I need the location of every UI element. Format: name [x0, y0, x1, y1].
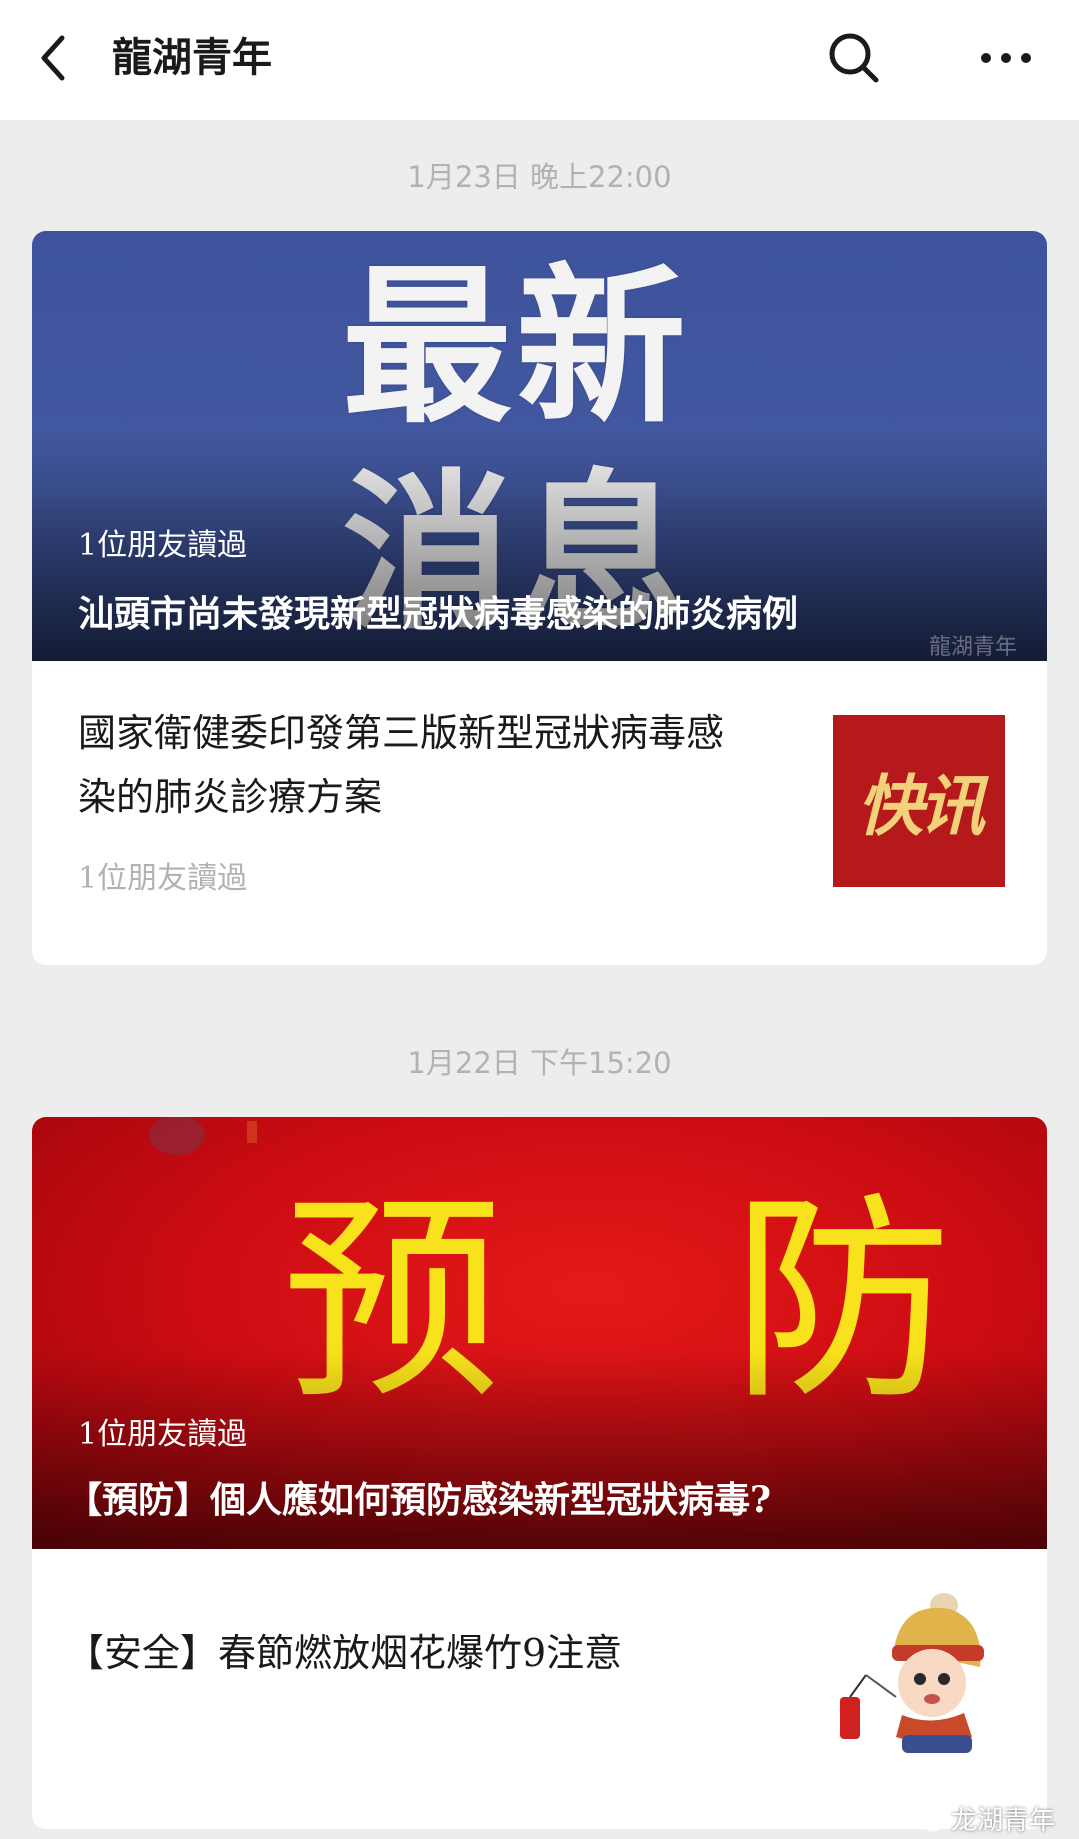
top-nav-bar: 龍湖青年	[0, 0, 1079, 120]
page-title: 龍湖青年	[112, 34, 272, 81]
message-timestamp: 1月23日 晚上22:00	[407, 160, 672, 194]
message-timestamp: 1月22日 下午15:20	[407, 1046, 672, 1080]
friends-read-label: 1位朋友讀過	[78, 528, 248, 563]
hero-article[interactable]: 预 防 1位朋友讀過 【預防】個人應如何預防感染新型冠狀病毒?	[32, 1117, 1047, 1549]
list-item[interactable]: 國家衛健委印發第三版新型冠狀病毒感染的肺炎診療方案 1位朋友讀過 快讯	[32, 661, 1047, 965]
more-dots-icon[interactable]	[976, 40, 1036, 76]
hero-article-title[interactable]: 汕頭市尚未發現新型冠狀病毒感染的肺炎病例	[78, 585, 798, 637]
article-title[interactable]: 【安全】春節燃放烟花爆竹9注意	[66, 1621, 786, 1685]
friends-read-label: 1位朋友讀過	[78, 861, 248, 896]
search-icon[interactable]	[826, 30, 882, 86]
image-watermark: 龍湖青年	[928, 635, 1017, 660]
list-item[interactable]: 【安全】春節燃放烟花爆竹9注意	[32, 1549, 1047, 1829]
footer-watermark: 龙湖青年	[912, 1806, 1055, 1836]
article-group-card: 最新 消息 龍湖青年 1位朋友讀過 汕頭市尚未發現新型冠狀病毒感染的肺炎病例 國…	[32, 231, 1047, 965]
friends-read-label: 1位朋友讀過	[78, 1417, 248, 1452]
cartoon-child-firecracker-icon	[832, 1587, 1004, 1759]
footer-watermark-text: 龙湖青年	[950, 1806, 1055, 1836]
lantern-icon	[149, 1117, 257, 1155]
hero-article-title[interactable]: 【預防】個人應如何預防感染新型冠狀病毒?	[66, 1471, 771, 1523]
wechat-icon	[912, 1810, 942, 1832]
hero-article[interactable]: 最新 消息 龍湖青年 1位朋友讀過 汕頭市尚未發現新型冠狀病毒感染的肺炎病例	[32, 231, 1047, 661]
article-title[interactable]: 國家衛健委印發第三版新型冠狀病毒感染的肺炎診療方案	[78, 701, 758, 829]
article-thumbnail: 快讯	[833, 715, 1005, 887]
hero-image-text: 最新	[342, 249, 691, 447]
chevron-left-icon[interactable]	[34, 30, 74, 86]
article-group-card: 预 防 1位朋友讀過 【預防】個人應如何預防感染新型冠狀病毒? 【安全】春節燃放…	[32, 1117, 1047, 1829]
